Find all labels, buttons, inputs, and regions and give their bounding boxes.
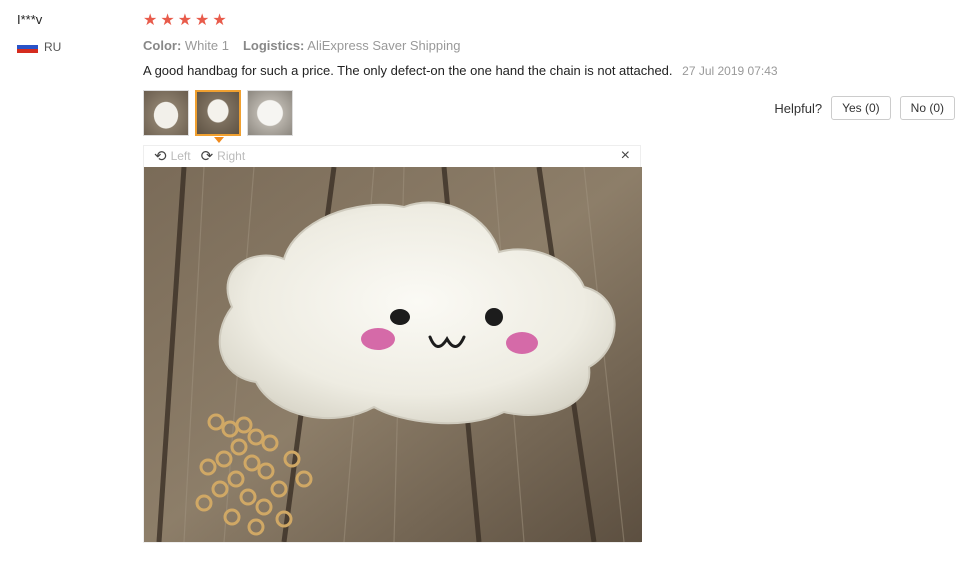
star-icon: ★ [212,12,227,29]
helpful-no-button[interactable]: No (0) [899,96,955,120]
star-icon: ★ [177,12,193,29]
viewer-toolbar: ⟲ Left ⟳ Right × [144,146,640,166]
country-code: RU [44,40,62,54]
reviewer-name: I***v [17,12,43,27]
helpful-label: Helpful? [774,100,823,116]
rotate-right-icon: ⟳ [200,148,214,165]
rotate-left-label: Left [170,149,191,163]
rotate-right-control[interactable]: ⟳ Right [201,147,246,165]
review-text-row: A good handbag for such a price. The onl… [143,63,778,78]
review-thumbnails [143,90,293,136]
rotate-right-label: Right [217,149,246,163]
star-icon: ★ [195,12,210,29]
reviewer-country: RU [17,40,61,54]
color-value: White 1 [184,38,229,53]
review-date: 27 Jul 2019 07:43 [682,64,778,78]
review-photo [144,167,642,542]
color-info: Color: White 1 [143,38,229,53]
image-viewer: ⟲ Left ⟳ Right × [143,145,642,543]
logistics-value: AliExpress Saver Shipping [307,38,461,53]
russia-flag-icon [17,41,38,53]
review-thumbnail-selected[interactable] [195,90,241,136]
review-thumbnail[interactable] [247,90,293,136]
star-icon: ★ [143,12,158,29]
handbag-photo [144,167,642,542]
selected-thumbnail-pointer [214,137,224,143]
logistics-label: Logistics: [242,38,305,53]
rotate-left-control[interactable]: ⟲ Left [154,147,191,165]
review-thumbnail[interactable] [143,90,189,136]
review-body: A good handbag for such a price. The onl… [143,63,673,78]
rating-stars: ★ ★ ★ ★ ★ [143,13,227,29]
helpful-section: Helpful? Yes (0) No (0) [774,96,955,120]
color-label: Color: [143,38,182,53]
review-meta: Color: White 1 Logistics: AliExpress Sav… [143,38,461,53]
helpful-yes-button[interactable]: Yes (0) [831,96,891,120]
close-viewer-icon[interactable]: × [621,147,630,165]
rotate-left-icon: ⟲ [154,148,167,165]
star-icon: ★ [160,12,175,29]
logistics-info: Logistics: AliExpress Saver Shipping [243,38,461,53]
